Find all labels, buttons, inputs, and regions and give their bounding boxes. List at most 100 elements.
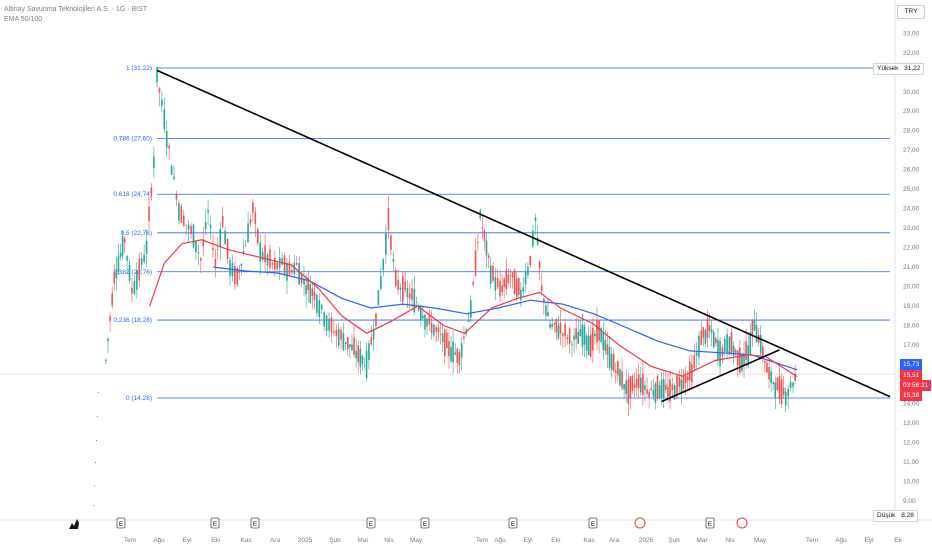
candle-body (540, 285, 543, 291)
candle (195, 240, 197, 261)
candle (456, 346, 459, 375)
candle (579, 320, 582, 337)
candle-body (406, 287, 409, 298)
candle-body (467, 320, 470, 323)
candle-body (286, 262, 288, 281)
candle (311, 284, 314, 309)
price-tick-label: 20,00 (903, 284, 920, 291)
price-chart[interactable]: 33,0032,0031,0030,0029,0028,0027,0026,00… (0, 0, 932, 550)
candle-body (454, 352, 457, 355)
candle-body (448, 341, 450, 357)
candle (662, 371, 665, 409)
candle-body (330, 317, 333, 333)
time-tick-label: 2026 (639, 537, 654, 544)
time-tick-label: Ara (270, 537, 281, 544)
candle (648, 389, 650, 409)
candle (682, 369, 685, 394)
candle (768, 358, 770, 389)
candle-body (158, 88, 161, 93)
candle (734, 348, 737, 358)
candle (231, 254, 234, 282)
candle (719, 336, 721, 377)
candle-body (698, 335, 700, 358)
candle-body (496, 278, 499, 288)
candle-body (608, 347, 611, 368)
currency-button[interactable]: TRY (897, 5, 925, 19)
candle-body (527, 266, 529, 276)
candle (631, 373, 634, 395)
candle (240, 263, 243, 276)
candle (187, 219, 190, 243)
price-tick-label: 24,00 (903, 206, 920, 213)
time-tick-label: Ağu (153, 537, 165, 544)
candle (650, 380, 653, 392)
candle (180, 203, 183, 223)
candle (107, 337, 109, 354)
time-tick-label: Kas (240, 537, 252, 544)
candle (271, 261, 274, 270)
fib-level-label: 1 (31,22) (126, 65, 152, 72)
candle (212, 234, 214, 258)
candle-body (259, 242, 262, 262)
candle-body (792, 382, 794, 387)
candle (598, 319, 600, 354)
candle (439, 322, 442, 345)
candle-body (446, 332, 448, 348)
candle-body (640, 377, 642, 393)
candle-body (695, 352, 698, 356)
candle (536, 225, 539, 246)
candle (143, 244, 145, 264)
candle-body (562, 333, 564, 336)
time-tick-label: 2025 (298, 537, 313, 544)
tradingview-logo-icon[interactable] (66, 515, 82, 531)
candle (192, 223, 195, 249)
candle (105, 358, 107, 365)
candle (402, 271, 404, 306)
candle-body (575, 328, 577, 340)
candle-body (633, 384, 636, 388)
candle-body (656, 375, 659, 399)
candle-body (247, 223, 249, 243)
candle (359, 340, 362, 375)
candle (368, 340, 370, 370)
candle (698, 330, 700, 367)
candle (518, 276, 520, 300)
candle-body (686, 376, 689, 381)
candle-body (385, 233, 387, 255)
candle (446, 329, 448, 349)
candle (568, 326, 571, 355)
candle (503, 277, 506, 298)
candle-body (717, 339, 719, 360)
candle-body (782, 387, 785, 395)
candle-body (353, 337, 355, 355)
candle (585, 333, 588, 358)
candle-body (274, 258, 276, 270)
candle-body (592, 328, 594, 351)
candles-group (105, 66, 796, 417)
candle-body (538, 261, 541, 269)
candle-body (557, 325, 560, 339)
time-tick-label: Ek (894, 537, 902, 544)
candle (148, 196, 150, 230)
candle-body (426, 318, 428, 327)
candle-body (474, 250, 477, 276)
candle (380, 267, 382, 291)
candle-body (784, 391, 787, 406)
candle-body (487, 255, 490, 258)
candle (621, 358, 623, 391)
candle (342, 322, 345, 351)
candle (704, 328, 707, 348)
candle-body (617, 361, 619, 376)
time-tick-label: Şub (668, 537, 680, 544)
candle (540, 273, 543, 296)
candle (627, 372, 630, 417)
price-tick-label: 12,00 (903, 439, 920, 446)
indicator-legend[interactable]: EMA 50/100 (4, 16, 42, 23)
candle-body (342, 333, 345, 350)
candle-body (382, 259, 385, 270)
candle (460, 337, 463, 371)
candle (399, 283, 402, 303)
candle (320, 304, 323, 314)
candle (117, 243, 120, 275)
candle (619, 367, 621, 387)
